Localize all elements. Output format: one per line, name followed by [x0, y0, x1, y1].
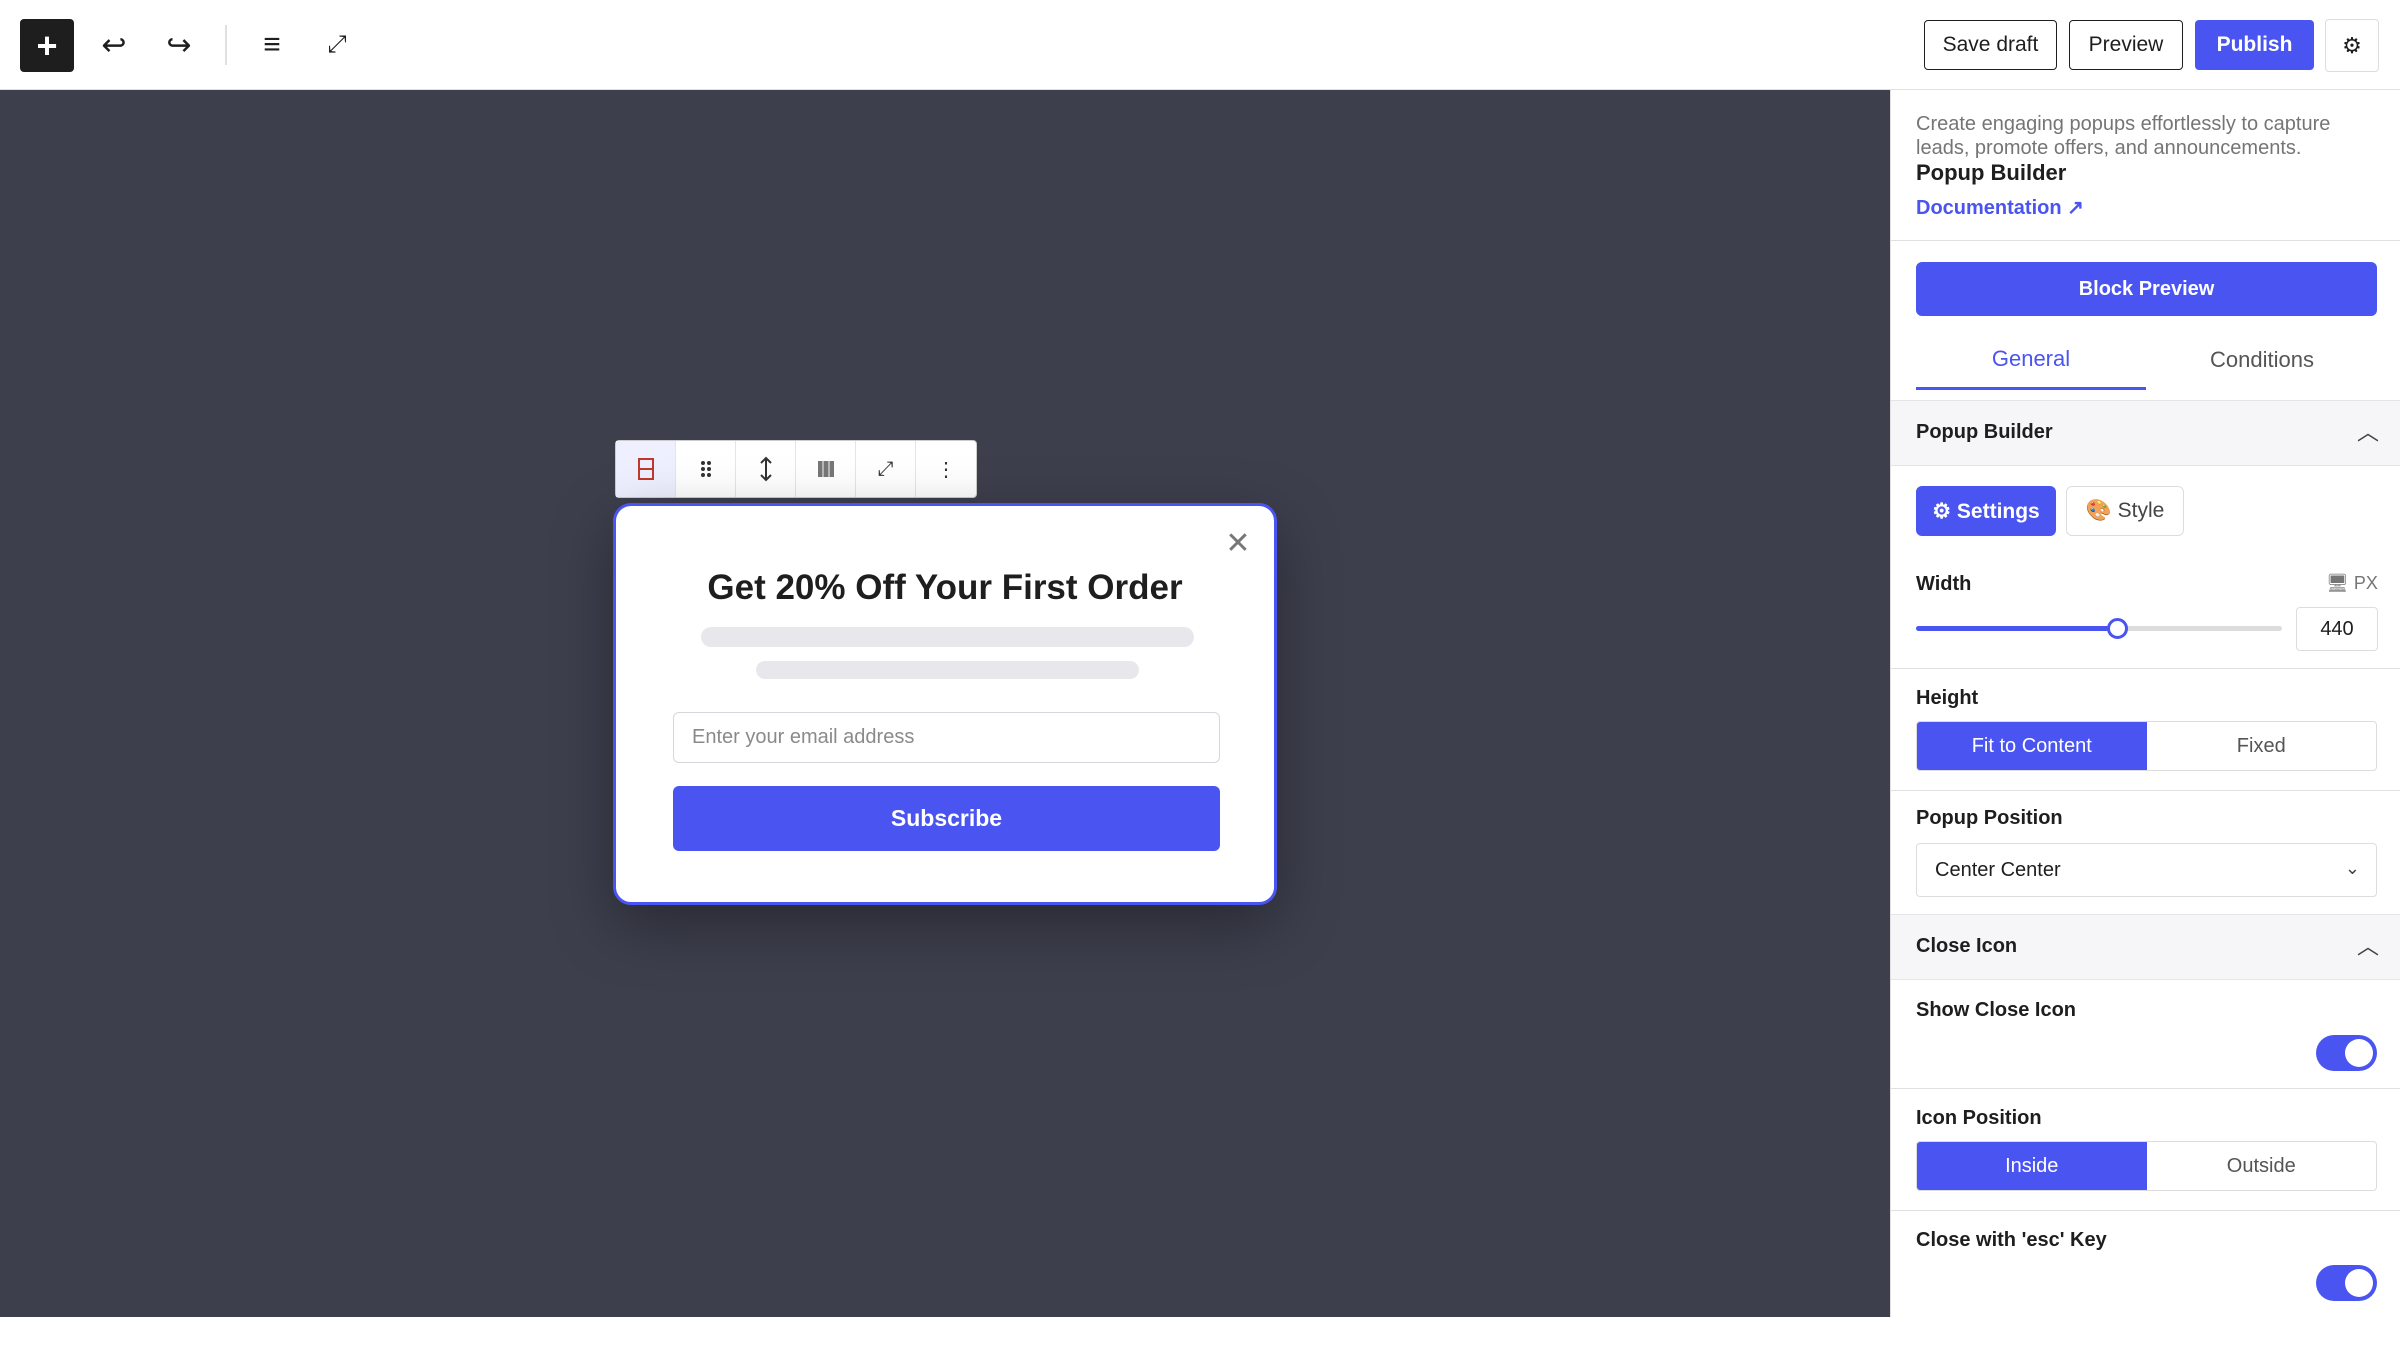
- tab-general[interactable]: General: [1916, 330, 2146, 390]
- slider-fill: [1916, 626, 2117, 631]
- height-segmented-control: Fit to Content Fixed: [1916, 721, 2377, 771]
- publish-button[interactable]: Publish: [2195, 20, 2314, 70]
- chevron-up-icon[interactable]: ︿: [2357, 415, 2379, 447]
- popup-position-select[interactable]: Center Center ⌄: [1916, 843, 2377, 897]
- close-esc-toggle[interactable]: [2316, 1265, 2377, 1301]
- block-preview-button[interactable]: Block Preview: [1916, 262, 2377, 316]
- block-toolbar: ⤢ ⋮: [615, 440, 977, 498]
- block-description: Create engaging popups effortlessly to c…: [1916, 113, 2331, 159]
- width-label: Width: [1916, 573, 1972, 595]
- chevron-down-icon: ⌄: [2344, 858, 2360, 878]
- editor-top-bar: + ↩ ↪ ≡ ⤢ Save draft Preview Publish ⚙: [0, 0, 2400, 90]
- move-vertical-icon[interactable]: [736, 441, 796, 497]
- settings-subtab[interactable]: ⚙ Settings: [1916, 486, 2056, 536]
- expand-icon[interactable]: ⤢: [856, 441, 916, 497]
- popup-block-icon[interactable]: [616, 441, 676, 497]
- settings-gear-icon[interactable]: ⚙: [2325, 19, 2379, 72]
- icon-position-label: Icon Position: [1916, 1107, 2042, 1129]
- drag-handle-icon[interactable]: [676, 441, 736, 497]
- redo-icon[interactable]: ↪: [152, 18, 206, 72]
- popup-preview: ✕ Get 20% Off Your First Order Subscribe: [613, 503, 1277, 905]
- email-field[interactable]: [673, 712, 1220, 763]
- divider: [1891, 790, 2400, 791]
- align-icon[interactable]: [796, 441, 856, 497]
- subscribe-button[interactable]: Subscribe: [673, 786, 1220, 851]
- documentation-link[interactable]: Documentation ↗: [1916, 195, 2084, 220]
- save-draft-button[interactable]: Save draft: [1924, 20, 2057, 70]
- list-view-icon[interactable]: ≡: [245, 18, 299, 72]
- chevron-up-icon[interactable]: ︿: [2357, 929, 2379, 961]
- placeholder-line: [701, 627, 1194, 647]
- show-close-icon-label: Show Close Icon: [1916, 999, 2077, 1021]
- divider: [1891, 240, 2400, 241]
- popup-position-value: Center Center: [1935, 858, 2061, 881]
- slider-thumb[interactable]: [2107, 618, 2128, 639]
- block-title: Popup Builder: [1916, 160, 2067, 185]
- section-title: Close Icon: [1916, 935, 2018, 957]
- toolbar-divider: [225, 25, 227, 65]
- style-subtab[interactable]: 🎨 Style: [2066, 486, 2184, 536]
- show-close-icon-toggle[interactable]: [2316, 1035, 2377, 1071]
- popup-builder-section-header[interactable]: Popup Builder ︿: [1891, 400, 2400, 466]
- toggle-knob: [2345, 1039, 2373, 1067]
- close-esc-label: Close with 'esc' Key: [1916, 1229, 2107, 1251]
- fixed-option[interactable]: Fixed: [2147, 722, 2377, 770]
- placeholder-line: [756, 661, 1139, 679]
- close-icon-section-header[interactable]: Close Icon ︿: [1891, 914, 2400, 980]
- unit-selector[interactable]: 🖥 PX: [2326, 573, 2378, 594]
- toggle-knob: [2345, 1269, 2373, 1297]
- popup-position-label: Popup Position: [1916, 807, 2063, 829]
- preview-button[interactable]: Preview: [2069, 20, 2183, 70]
- undo-icon[interactable]: ↩: [87, 18, 141, 72]
- fit-to-content-option[interactable]: Fit to Content: [1917, 722, 2147, 770]
- section-title: Popup Builder: [1916, 421, 2053, 443]
- inside-option[interactable]: Inside: [1917, 1142, 2147, 1190]
- popup-title: Get 20% Off Your First Order: [707, 568, 1183, 607]
- fullscreen-icon[interactable]: ⤢: [310, 18, 364, 72]
- icon-position-segmented-control: Inside Outside: [1916, 1141, 2377, 1191]
- height-label: Height: [1916, 687, 1979, 709]
- outside-option[interactable]: Outside: [2147, 1142, 2377, 1190]
- settings-sidebar: Create engaging popups effortlessly to c…: [1890, 90, 2400, 1317]
- divider: [1891, 1088, 2400, 1089]
- close-icon[interactable]: ✕: [1224, 529, 1252, 559]
- width-slider[interactable]: [1916, 618, 2282, 639]
- divider: [1891, 668, 2400, 669]
- tab-conditions[interactable]: Conditions: [2147, 330, 2377, 390]
- width-input[interactable]: [2296, 607, 2378, 651]
- more-options-icon[interactable]: ⋮: [916, 441, 976, 497]
- divider: [1891, 1210, 2400, 1211]
- add-block-button[interactable]: +: [20, 19, 74, 72]
